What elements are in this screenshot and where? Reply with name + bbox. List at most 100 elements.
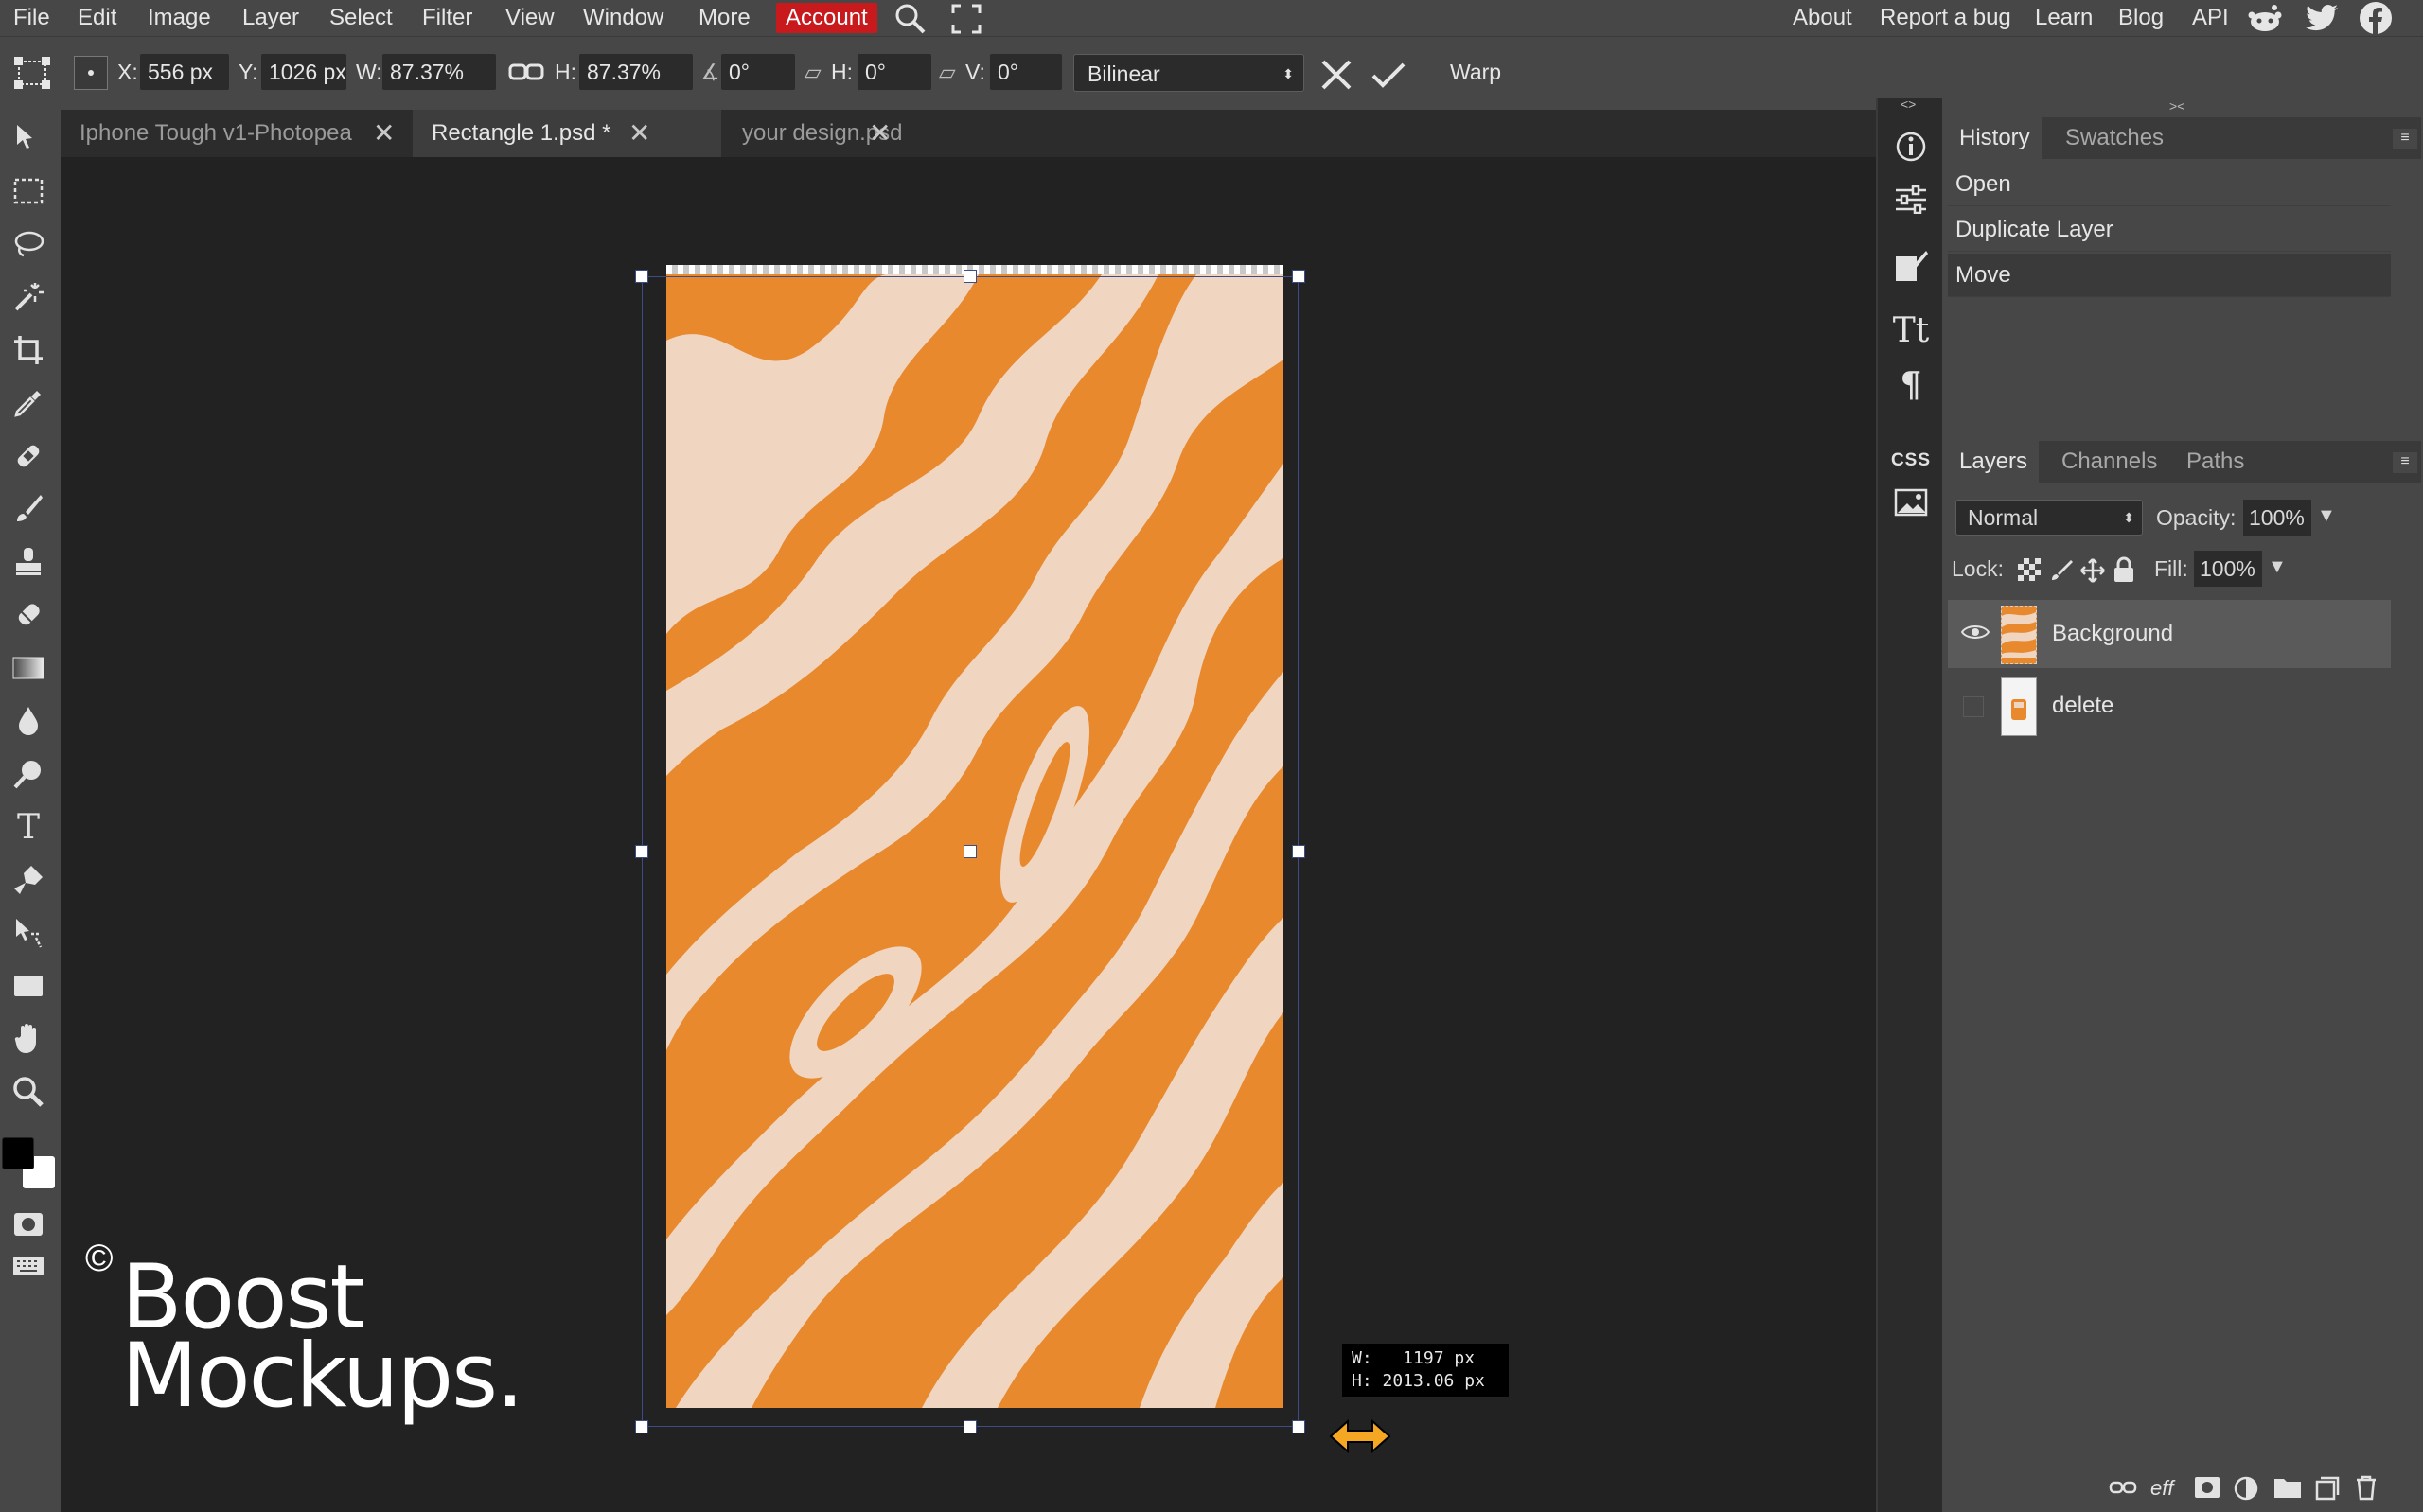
color-swatches[interactable]: [2, 1137, 55, 1194]
eye-visible-icon[interactable]: [1960, 623, 1990, 646]
tab-swatches[interactable]: Swatches: [2054, 117, 2175, 159]
magic-wand-tool-icon[interactable]: [8, 276, 49, 318]
reddit-icon[interactable]: [2247, 2, 2283, 39]
menu-filter[interactable]: Filter: [418, 3, 476, 33]
lock-position-icon[interactable]: [2080, 558, 2105, 588]
menu-select[interactable]: Select: [326, 3, 397, 33]
interpolation-select[interactable]: Bilinear ⬍: [1073, 54, 1304, 92]
collapse-arrows-icon[interactable]: <>: [1901, 97, 1916, 112]
menu-view[interactable]: View: [502, 3, 558, 33]
css-icon[interactable]: CSS: [1889, 439, 1933, 483]
transform-handle-center[interactable]: [964, 845, 977, 858]
tab-paths[interactable]: Paths: [2175, 441, 2255, 483]
transform-handle-top[interactable]: [964, 270, 977, 283]
new-group-icon[interactable]: [2273, 1476, 2302, 1503]
close-tab-icon[interactable]: ✕: [373, 110, 395, 157]
type-tool-icon[interactable]: T: [8, 806, 49, 848]
menu-layer[interactable]: Layer: [239, 3, 303, 33]
close-tab-icon[interactable]: ✕: [628, 110, 650, 157]
collapse-panel-icon[interactable]: ><: [2169, 98, 2184, 114]
skew-v-input[interactable]: 0°: [990, 54, 1062, 90]
transform-handle-top-left[interactable]: [635, 270, 648, 283]
link-proportions-icon[interactable]: [507, 60, 545, 91]
opacity-input[interactable]: 100%: [2243, 500, 2311, 536]
search-icon[interactable]: [893, 2, 928, 41]
link-layers-icon[interactable]: [2109, 1478, 2137, 1502]
height-input[interactable]: 87.37%: [579, 54, 693, 90]
facebook-icon[interactable]: [2359, 1, 2393, 40]
character-icon[interactable]: Tt: [1889, 308, 1933, 352]
marquee-tool-icon[interactable]: [8, 170, 49, 212]
dodge-tool-icon[interactable]: [8, 753, 49, 795]
layer-effects-button[interactable]: eff: [2150, 1476, 2173, 1501]
crop-tool-icon[interactable]: [8, 329, 49, 371]
cancel-transform-icon[interactable]: [1319, 58, 1353, 97]
adjustments-icon[interactable]: [1889, 178, 1933, 221]
tab-channels[interactable]: Channels: [2050, 441, 2168, 483]
history-item-open[interactable]: Open: [1948, 163, 2391, 206]
menu-account[interactable]: Account: [776, 3, 877, 33]
twitter-icon[interactable]: [2306, 3, 2340, 38]
fullscreen-icon[interactable]: [950, 3, 982, 40]
transform-handle-left[interactable]: [635, 845, 648, 858]
info-icon[interactable]: [1889, 125, 1933, 168]
fill-input[interactable]: 100%: [2194, 551, 2262, 587]
menu-window[interactable]: Window: [579, 3, 667, 33]
path-selection-tool-icon[interactable]: [8, 912, 49, 954]
width-input[interactable]: 87.37%: [382, 54, 496, 90]
menu-file[interactable]: File: [9, 3, 54, 33]
menu-more[interactable]: More: [695, 3, 754, 33]
tab-your-design[interactable]: your design.psd: [723, 110, 969, 157]
image-icon[interactable]: [1889, 481, 1933, 524]
x-input[interactable]: 556 px: [140, 54, 229, 90]
new-layer-icon[interactable]: [2315, 1476, 2340, 1505]
skew-h-input[interactable]: 0°: [858, 54, 931, 90]
transform-handle-top-right[interactable]: [1292, 270, 1305, 283]
link-report-bug[interactable]: Report a bug: [1880, 3, 2011, 33]
visibility-toggle-off[interactable]: [1963, 696, 1984, 717]
transform-handle-bottom[interactable]: [964, 1420, 977, 1433]
panel-menu-icon[interactable]: ≡: [2393, 452, 2417, 473]
menu-image[interactable]: Image: [144, 3, 215, 33]
tab-rectangle-1[interactable]: Rectangle 1.psd *: [413, 110, 721, 157]
fill-dropdown-icon[interactable]: ▼: [2268, 556, 2287, 578]
opacity-dropdown-icon[interactable]: ▼: [2317, 505, 2336, 527]
transform-handle-bottom-left[interactable]: [635, 1420, 648, 1433]
link-blog[interactable]: Blog: [2118, 3, 2164, 33]
brush-tool-icon[interactable]: [8, 488, 49, 530]
move-tool-icon[interactable]: [8, 117, 49, 159]
lasso-tool-icon[interactable]: [8, 223, 49, 265]
close-tab-icon[interactable]: ✕: [869, 110, 891, 157]
clone-stamp-tool-icon[interactable]: [8, 541, 49, 583]
reference-point-icon[interactable]: [74, 56, 108, 90]
tab-layers[interactable]: Layers: [1948, 441, 2040, 483]
quick-mask-icon[interactable]: [8, 1204, 49, 1245]
tab-history[interactable]: History: [1948, 117, 2042, 159]
transform-handle-right[interactable]: [1292, 845, 1305, 858]
keyboard-icon[interactable]: [8, 1245, 49, 1287]
pen-tool-icon[interactable]: [8, 859, 49, 901]
link-api[interactable]: API: [2192, 3, 2229, 33]
commit-transform-icon[interactable]: [1371, 60, 1406, 95]
delete-layer-icon[interactable]: [2353, 1474, 2379, 1505]
rectangle-tool-icon[interactable]: [8, 965, 49, 1007]
blend-mode-select[interactable]: Normal ⬍: [1955, 500, 2143, 536]
history-item-duplicate-layer[interactable]: Duplicate Layer: [1948, 208, 2391, 252]
y-input[interactable]: 1026 px: [261, 54, 346, 90]
lock-pixels-icon[interactable]: [2050, 558, 2073, 586]
menu-edit[interactable]: Edit: [74, 3, 120, 33]
paragraph-icon[interactable]: ¶: [1889, 363, 1933, 407]
healing-brush-tool-icon[interactable]: [8, 435, 49, 477]
link-learn[interactable]: Learn: [2035, 3, 2093, 33]
history-item-move[interactable]: Move: [1948, 254, 2391, 297]
blur-tool-icon[interactable]: [8, 700, 49, 742]
lock-transparency-icon[interactable]: [2018, 558, 2041, 586]
warp-button[interactable]: Warp: [1450, 58, 1501, 86]
panel-menu-icon[interactable]: ≡: [2393, 129, 2417, 149]
lock-all-icon[interactable]: [2113, 556, 2135, 588]
hand-tool-icon[interactable]: [8, 1018, 49, 1060]
adjustment-layer-icon[interactable]: [2234, 1476, 2258, 1505]
transform-handle-bottom-right[interactable]: [1292, 1420, 1305, 1433]
zoom-tool-icon[interactable]: [8, 1071, 49, 1113]
add-mask-icon[interactable]: [2194, 1476, 2220, 1503]
